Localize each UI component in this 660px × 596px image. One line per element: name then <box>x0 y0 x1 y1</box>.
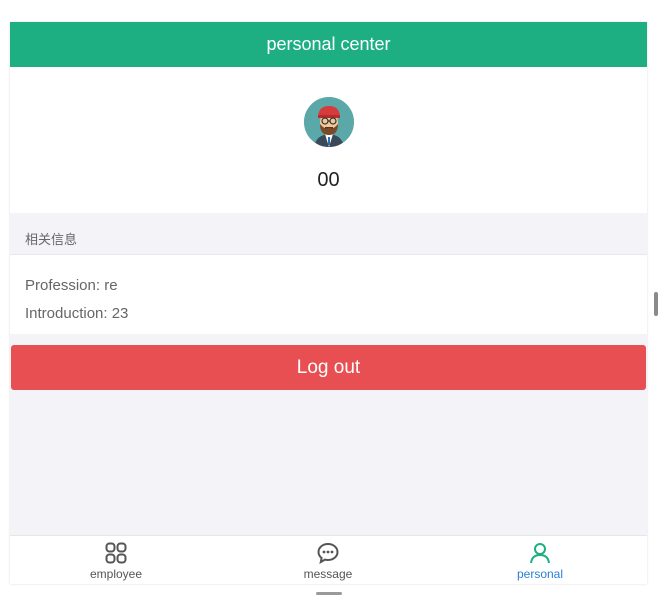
page-title: personal center <box>10 22 647 67</box>
grid-icon <box>105 542 127 564</box>
app-frame: personal center 00 相关信息 Profession: re I… <box>10 22 647 584</box>
section-title: 相关信息 <box>25 232 78 247</box>
tab-employee[interactable]: employee <box>10 536 222 584</box>
person-icon <box>530 543 550 564</box>
avatar-illustration <box>304 97 354 147</box>
username: 00 <box>317 169 340 191</box>
profession-text: Profession: re <box>25 277 118 294</box>
introduction-text: Introduction: 23 <box>25 305 129 322</box>
scroll-handle[interactable] <box>654 292 658 316</box>
tab-personal-label: personal <box>516 567 564 581</box>
tab-employee-label: employee <box>89 567 143 581</box>
tab-message[interactable]: message <box>222 536 434 584</box>
user-avatar-icon[interactable] <box>304 97 354 147</box>
chat-bubble-icon <box>317 542 339 564</box>
profile-card: 00 <box>10 67 647 213</box>
bottom-tab-bar: employee message personal <box>10 535 647 584</box>
bottom-resize-handle[interactable] <box>316 592 342 595</box>
logout-button[interactable]: Log out <box>11 345 646 390</box>
tab-message-label: message <box>303 567 353 581</box>
info-panel: Profession: re Introduction: 23 <box>10 254 647 334</box>
tab-personal[interactable]: personal <box>434 536 646 584</box>
